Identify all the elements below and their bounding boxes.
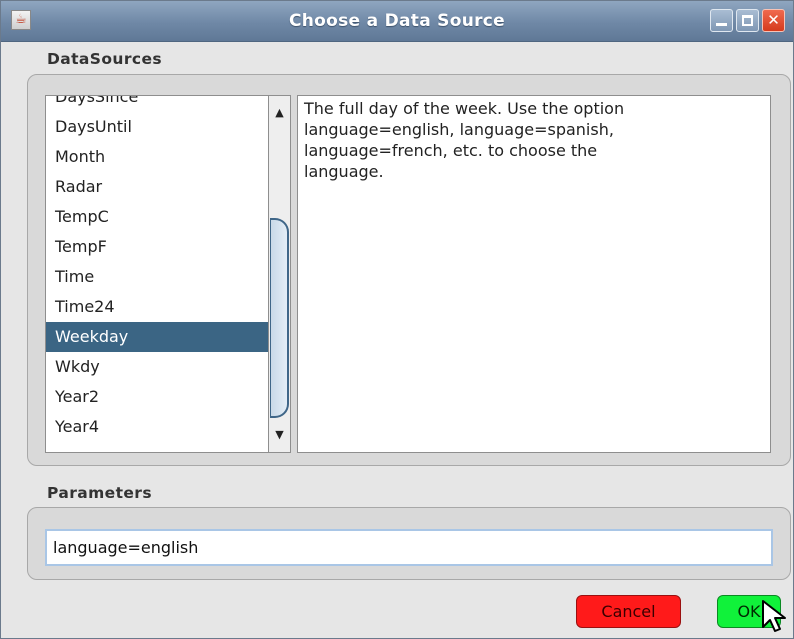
datasource-list-item[interactable]: Month: [46, 142, 268, 172]
scroll-down-arrow-icon[interactable]: ▼: [271, 424, 288, 446]
datasource-list-item[interactable]: Year2: [46, 382, 268, 412]
datasource-list-item[interactable]: Radar: [46, 172, 268, 202]
datasource-list-item[interactable]: Time: [46, 262, 268, 292]
datasource-description: The full day of the week. Use the option…: [297, 95, 771, 453]
scrollbar-thumb[interactable]: [270, 218, 289, 418]
maximize-button[interactable]: [736, 9, 759, 32]
parameters-label: Parameters: [47, 484, 152, 502]
datasource-list[interactable]: DaysSince DaysUntil Month Radar TempC TempF Ti…: [45, 95, 269, 453]
datasource-list-item[interactable]: Wkdy: [46, 352, 268, 382]
close-icon: ✕: [767, 11, 780, 29]
datasources-label: DataSources: [47, 50, 163, 68]
datasource-list-item[interactable]: DaysUntil: [46, 112, 268, 142]
maximize-icon: [742, 15, 753, 26]
minimize-button[interactable]: [710, 9, 733, 32]
datasource-list-scrollbar[interactable]: ▲ ▼: [269, 95, 291, 453]
window-title: Choose a Data Source: [288, 11, 505, 31]
datasource-list-item[interactable]: TempF: [46, 232, 268, 262]
datasource-list-item[interactable]: Weekday: [46, 322, 268, 352]
parameters-input[interactable]: [45, 529, 773, 566]
datasource-list-item[interactable]: DaysSince: [46, 96, 268, 112]
datasource-list-item[interactable]: TempC: [46, 202, 268, 232]
cancel-button[interactable]: Cancel: [576, 595, 681, 628]
close-button[interactable]: ✕: [762, 9, 785, 32]
title-bar[interactable]: ☕ Choose a Data Source ✕: [1, 1, 793, 42]
scroll-up-arrow-icon[interactable]: ▲: [271, 102, 288, 124]
minimize-icon: [716, 23, 727, 26]
mouse-pointer-icon: [762, 600, 786, 632]
datasource-list-item[interactable]: Time24: [46, 292, 268, 322]
datasource-list-item[interactable]: Year4: [46, 412, 268, 442]
choose-data-source-dialog: ☕ Choose a Data Source ✕ DataSources Day…: [0, 0, 794, 639]
